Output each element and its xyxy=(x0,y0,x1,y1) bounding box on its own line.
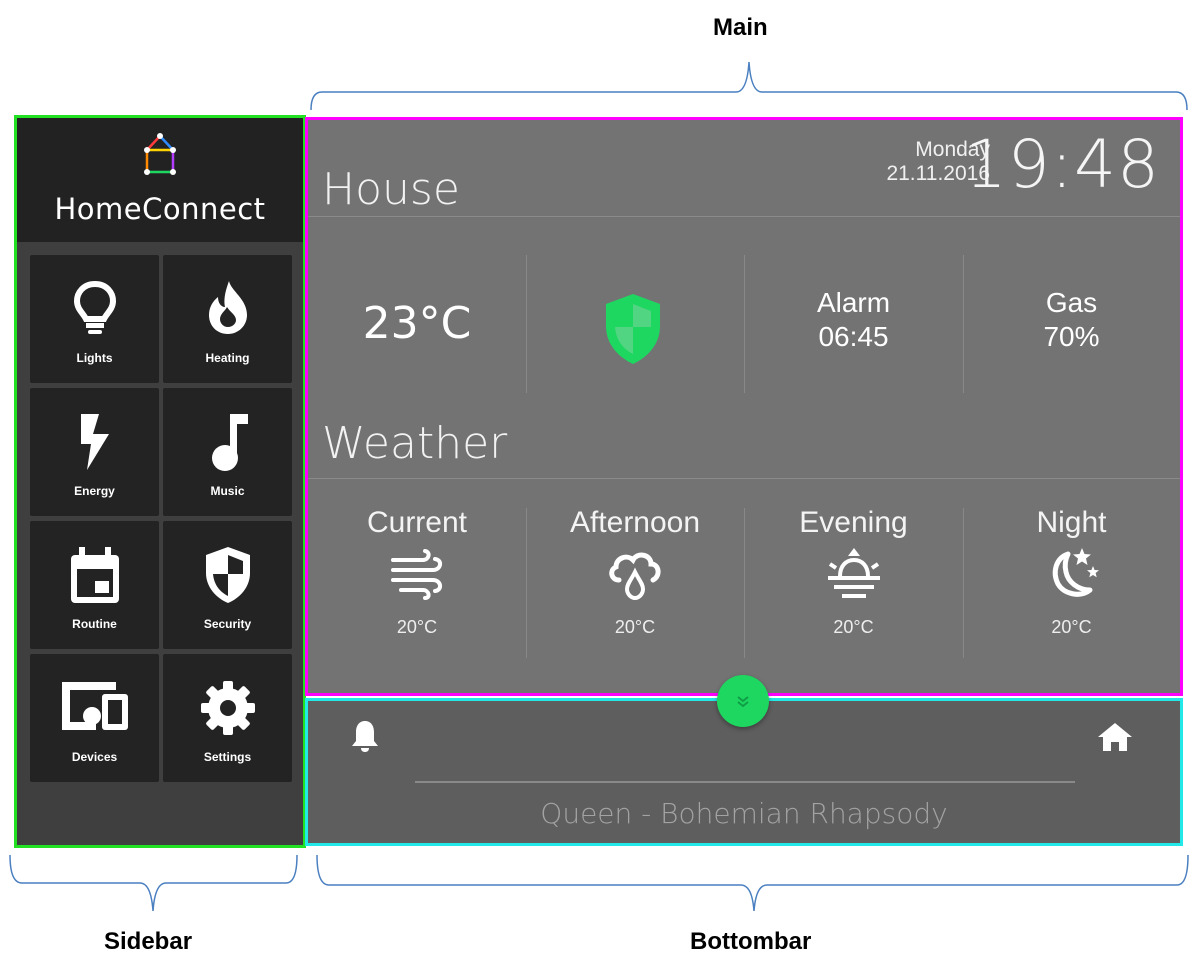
sidebar-item-label: Security xyxy=(203,617,252,631)
weather-current: Current 20°C xyxy=(308,506,526,638)
sidebar-item-settings[interactable]: Settings xyxy=(163,654,292,782)
weather-afternoon: Afternoon 20°C xyxy=(526,506,744,638)
page: Main Sidebar Bottombar HomeConnect Light… xyxy=(0,0,1192,959)
music-note-icon xyxy=(211,414,248,471)
shield-icon xyxy=(205,547,250,603)
sidebar-item-energy[interactable]: Energy xyxy=(30,388,159,516)
sidebar-item-label: Devices xyxy=(71,750,118,764)
weather-title: Weather xyxy=(322,418,508,469)
gas-widget[interactable]: Gas 70% xyxy=(963,286,1180,354)
gear-icon xyxy=(200,681,255,735)
main-panel: House Monday 21.11.2016 19:48 23°C Alarm… xyxy=(305,117,1183,696)
annotation-bottombar-brace xyxy=(316,854,1189,912)
devices-icon xyxy=(61,682,128,730)
divider xyxy=(308,216,1180,217)
annotation-sidebar-label: Sidebar xyxy=(104,928,193,955)
moon-stars-icon xyxy=(1052,548,1099,597)
weather-temp: 20°C xyxy=(614,617,656,637)
lightbulb-icon xyxy=(73,280,116,334)
weather-name: Night xyxy=(1036,506,1107,539)
gas-value: 70% xyxy=(1043,321,1100,352)
annotation-sidebar-brace xyxy=(9,854,298,912)
progress-track[interactable] xyxy=(415,781,1075,783)
annotation-bottombar-label: Bottombar xyxy=(690,928,812,955)
annotation-main-brace xyxy=(310,61,1188,111)
clock: 19:48 xyxy=(964,126,1160,203)
wind-icon xyxy=(391,549,442,600)
weather-temp: 20°C xyxy=(1051,617,1092,637)
sidebar-item-heating[interactable]: Heating xyxy=(163,255,292,383)
temperature-value: 23°C xyxy=(362,298,472,349)
shield-icon[interactable] xyxy=(602,292,664,366)
sidebar-item-label: Energy xyxy=(74,484,115,498)
sidebar-item-routine[interactable]: Routine xyxy=(30,521,159,649)
sidebar-item-label: Settings xyxy=(203,750,252,764)
sidebar-item-label: Lights xyxy=(76,351,113,365)
bolt-icon xyxy=(80,414,109,470)
weather-temp: 20°C xyxy=(833,617,874,637)
weather-temp: 20°C xyxy=(396,617,438,637)
sidebar-item-security[interactable]: Security xyxy=(163,521,292,649)
sidebar: HomeConnect Lights Heating Energy Music … xyxy=(14,115,306,848)
collapse-button[interactable] xyxy=(717,675,769,727)
weather-name: Afternoon xyxy=(569,506,701,539)
sidebar-item-label: Music xyxy=(210,484,245,498)
sidebar-item-label: Heating xyxy=(205,351,250,365)
house-title: House xyxy=(322,164,460,215)
alarm-label: Alarm xyxy=(816,287,891,318)
brand-name: HomeConnect xyxy=(54,192,266,226)
annotation-main-label: Main xyxy=(713,14,768,41)
weather-night: Night 20°C xyxy=(963,506,1180,638)
weather-name: Evening xyxy=(799,506,908,539)
flame-icon xyxy=(208,281,247,334)
alarm-widget[interactable]: Alarm 06:45 xyxy=(744,286,963,354)
calendar-icon xyxy=(70,547,119,603)
weather-name: Current xyxy=(366,506,468,539)
house-logo-icon xyxy=(144,133,176,175)
weather-evening: Evening 20°C xyxy=(744,506,963,638)
sunset-icon xyxy=(827,548,880,598)
rain-cloud-icon xyxy=(609,552,661,601)
sidebar-item-music[interactable]: Music xyxy=(163,388,292,516)
home-icon[interactable] xyxy=(1096,721,1134,753)
now-playing-title: Queen - Bohemian Rhapsody xyxy=(540,797,948,830)
divider xyxy=(308,478,1180,479)
gas-label: Gas xyxy=(1045,287,1098,318)
sidebar-header: HomeConnect xyxy=(17,118,303,242)
divider xyxy=(526,255,527,393)
sidebar-item-devices[interactable]: Devices xyxy=(30,654,159,782)
alarm-time: 06:45 xyxy=(818,321,889,352)
chevron-down-icon xyxy=(737,696,749,708)
bell-icon[interactable] xyxy=(350,719,380,753)
sidebar-item-label: Routine xyxy=(72,617,117,631)
sidebar-item-lights[interactable]: Lights xyxy=(30,255,159,383)
